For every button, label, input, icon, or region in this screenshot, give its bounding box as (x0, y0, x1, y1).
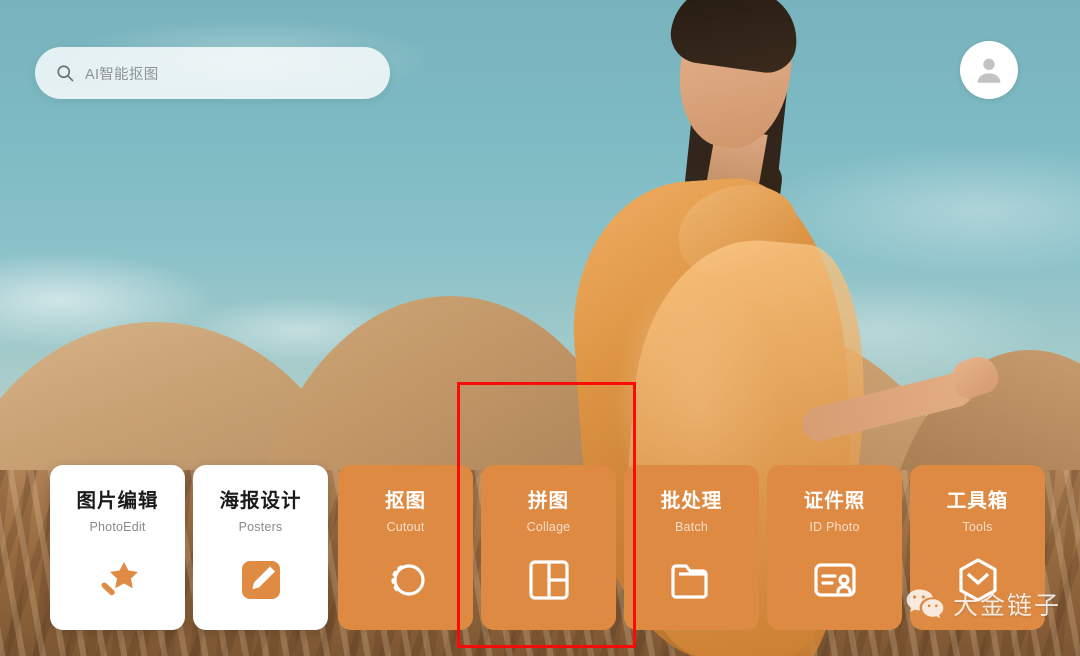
wechat-icon (905, 587, 945, 621)
card-subtitle: Tools (962, 520, 993, 534)
card-photo-edit[interactable]: 图片编辑 PhotoEdit (50, 465, 185, 630)
card-subtitle: ID Photo (809, 520, 860, 534)
card-subtitle: PhotoEdit (89, 520, 146, 534)
folder-icon (668, 556, 716, 604)
card-title: 抠图 (384, 489, 426, 512)
pencil-square-icon (237, 556, 285, 604)
card-title: 拼图 (527, 489, 569, 512)
card-collage[interactable]: 拼图 Collage (481, 465, 616, 630)
feature-card-row: 图片编辑 PhotoEdit 海报设计 Posters 抠图 Cutout 拼图… (0, 0, 1080, 656)
card-id-photo[interactable]: 证件照 ID Photo (767, 465, 902, 630)
card-title: 工具箱 (946, 489, 1009, 512)
card-subtitle: Posters (238, 520, 283, 534)
card-title: 证件照 (803, 489, 866, 512)
card-subtitle: Collage (526, 520, 571, 534)
card-subtitle: Batch (675, 520, 708, 534)
card-cutout[interactable]: 抠图 Cutout (338, 465, 473, 630)
card-title: 海报设计 (219, 489, 302, 512)
card-subtitle: Cutout (386, 520, 425, 534)
id-card-icon (811, 556, 859, 604)
app-root: AI智能抠图 图片编辑 PhotoEdit 海报设计 Posters 抠图 Cu… (0, 0, 1080, 656)
card-title: 批处理 (660, 489, 723, 512)
collage-grid-icon (525, 556, 573, 604)
magic-wand-icon (94, 556, 142, 604)
cutout-circle-icon (382, 556, 430, 604)
card-title: 图片编辑 (76, 489, 159, 512)
watermark-text: 大金链子 (953, 591, 1062, 620)
card-posters[interactable]: 海报设计 Posters (193, 465, 328, 630)
watermark: 大金链子 (905, 582, 1061, 626)
card-batch[interactable]: 批处理 Batch (624, 465, 759, 630)
